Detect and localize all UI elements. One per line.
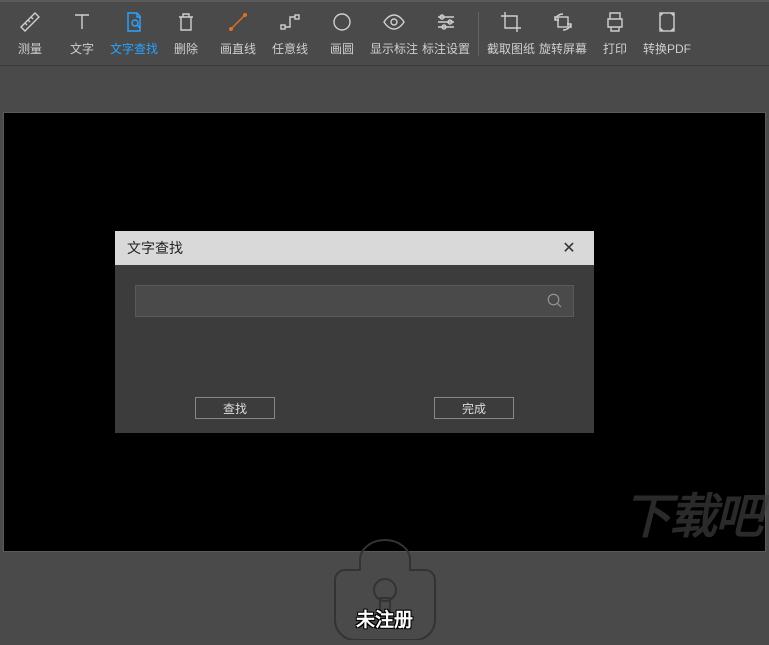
tool-label: 打印: [603, 40, 627, 57]
ruler-icon: [18, 10, 42, 34]
tool-label: 转换PDF: [643, 40, 691, 57]
toolbar-separator: [478, 12, 479, 56]
circle-icon: [330, 10, 354, 34]
rotate-icon: [551, 10, 575, 34]
print-icon: [603, 10, 627, 34]
site-watermark: 下载吧: [623, 477, 761, 547]
dialog-footer: 查找 完成: [115, 397, 594, 419]
tool-delete[interactable]: 删除: [160, 4, 212, 64]
tool-annot-set[interactable]: 标注设置: [420, 4, 472, 64]
line-icon: [226, 10, 250, 34]
tool-label: 画直线: [220, 40, 256, 57]
tool-label: 删除: [174, 40, 198, 57]
search-button[interactable]: 查找: [195, 397, 275, 419]
tool-label: 文字查找: [110, 40, 158, 57]
close-button[interactable]: ✕: [552, 231, 586, 265]
tool-text[interactable]: 文字: [56, 4, 108, 64]
text-icon: [70, 10, 94, 34]
done-button[interactable]: 完成: [434, 397, 514, 419]
close-icon: ✕: [562, 238, 575, 258]
sliders-icon: [434, 10, 458, 34]
tool-label: 截取图纸: [487, 40, 535, 57]
text-search-dialog: 文字查找 ✕ 查找 完成: [115, 231, 594, 433]
polyline-icon: [278, 10, 302, 34]
trash-icon: [174, 10, 198, 34]
tool-crop[interactable]: 截取图纸: [485, 4, 537, 64]
document-search-icon: [122, 10, 146, 34]
tool-circle[interactable]: 画圆: [316, 4, 368, 64]
tool-polyline[interactable]: 任意线: [264, 4, 316, 64]
tool-show-annot[interactable]: 显示标注: [368, 4, 420, 64]
tool-print[interactable]: 打印: [589, 4, 641, 64]
tool-pdf[interactable]: 转换PDF: [641, 4, 693, 64]
search-input[interactable]: [136, 286, 537, 316]
dialog-titlebar[interactable]: 文字查找 ✕: [115, 231, 594, 265]
eye-icon: [382, 10, 406, 34]
tool-text-search[interactable]: 文字查找: [108, 4, 160, 64]
toolbar: 测量 文字 文字查找 删除 画直线 任意线 画圆: [0, 0, 769, 66]
pdf-icon: [655, 10, 679, 34]
tool-label: 画圆: [330, 40, 354, 57]
dialog-body: [115, 265, 594, 317]
dialog-title-text: 文字查找: [127, 238, 183, 258]
tool-label: 旋转屏幕: [539, 40, 587, 57]
search-icon[interactable]: [537, 286, 573, 316]
tool-line[interactable]: 画直线: [212, 4, 264, 64]
crop-icon: [499, 10, 523, 34]
tool-label: 任意线: [272, 40, 308, 57]
tool-rotate[interactable]: 旋转屏幕: [537, 4, 589, 64]
search-field-wrap: [135, 285, 574, 317]
tool-label: 标注设置: [422, 40, 470, 57]
unregistered-watermark: 未注册: [356, 605, 413, 632]
tool-label: 文字: [70, 40, 94, 57]
tool-label: 测量: [18, 40, 42, 57]
tool-measure[interactable]: 测量: [4, 4, 56, 64]
tool-label: 显示标注: [370, 40, 418, 57]
